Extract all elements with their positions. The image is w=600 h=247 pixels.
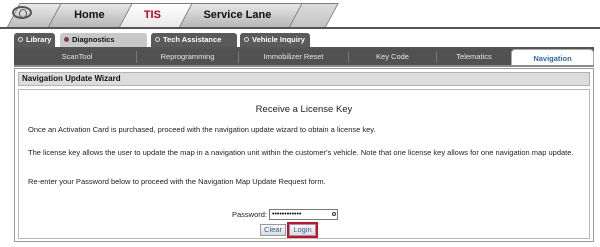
module-tab-label: Diagnostics xyxy=(72,35,115,44)
wizard-panel: Receive a License Key Once an Activation… xyxy=(18,89,590,239)
divider xyxy=(14,65,594,67)
module-tab-bar: Library Diagnostics Tech Assistance Vehi… xyxy=(14,33,594,47)
tab-service-lane[interactable]: Service Lane xyxy=(172,3,303,27)
radio-icon xyxy=(155,37,160,42)
password-label: Password: xyxy=(231,210,267,219)
module-tab-vehicle-inquiry[interactable]: Vehicle Inquiry xyxy=(240,33,310,47)
key-icon xyxy=(332,212,336,216)
tab-home-label: Home xyxy=(74,9,105,21)
wizard-header: Navigation Update Wizard xyxy=(18,72,590,86)
button-row: Clear Login xyxy=(19,222,589,238)
module-tab-label: Tech Assistance xyxy=(163,35,222,44)
sub-nav: ScanTool Reprogramming Immobilizer Reset… xyxy=(14,49,594,67)
divider xyxy=(0,27,600,29)
sub-nav-telematics[interactable]: Telematics xyxy=(437,51,512,63)
brand-logo-icon xyxy=(12,6,32,19)
radio-icon xyxy=(64,37,69,42)
password-input[interactable]: •••••••••••• xyxy=(269,209,338,220)
password-row: Password: •••••••••••• xyxy=(19,209,589,221)
sub-nav-key-code[interactable]: Key Code xyxy=(349,51,437,63)
top-tab-strip: Service Lane TIS Home xyxy=(0,0,600,30)
login-button[interactable]: Login xyxy=(287,222,318,238)
wizard-title: Receive a License Key xyxy=(255,104,353,115)
password-instruction-text: Re-enter your Password below to proceed … xyxy=(28,177,326,186)
license-key-text: The license key allows the user to updat… xyxy=(28,148,574,157)
module-tab-diagnostics[interactable]: Diagnostics xyxy=(60,33,147,47)
module-tab-library[interactable]: Library xyxy=(14,33,55,47)
module-tab-tech-assistance[interactable]: Tech Assistance xyxy=(151,33,237,47)
sub-nav-immobilizer-reset[interactable]: Immobilizer Reset xyxy=(239,51,349,63)
password-value: •••••••••••• xyxy=(272,211,302,218)
sub-nav-scantool[interactable]: ScanTool xyxy=(18,51,137,63)
instruction-text: Once an Activation Card is purchased, pr… xyxy=(28,125,376,134)
clear-button[interactable]: Clear xyxy=(260,224,286,236)
tab-service-lane-label: Service Lane xyxy=(203,9,272,21)
content-frame: Navigation Update Wizard Receive a Licen… xyxy=(14,68,594,242)
radio-icon xyxy=(18,37,23,42)
sub-nav-reprogramming[interactable]: Reprogramming xyxy=(137,51,239,63)
radio-icon xyxy=(244,37,249,42)
module-tab-label: Library xyxy=(26,35,52,44)
module-tab-label: Vehicle Inquiry xyxy=(252,35,305,44)
